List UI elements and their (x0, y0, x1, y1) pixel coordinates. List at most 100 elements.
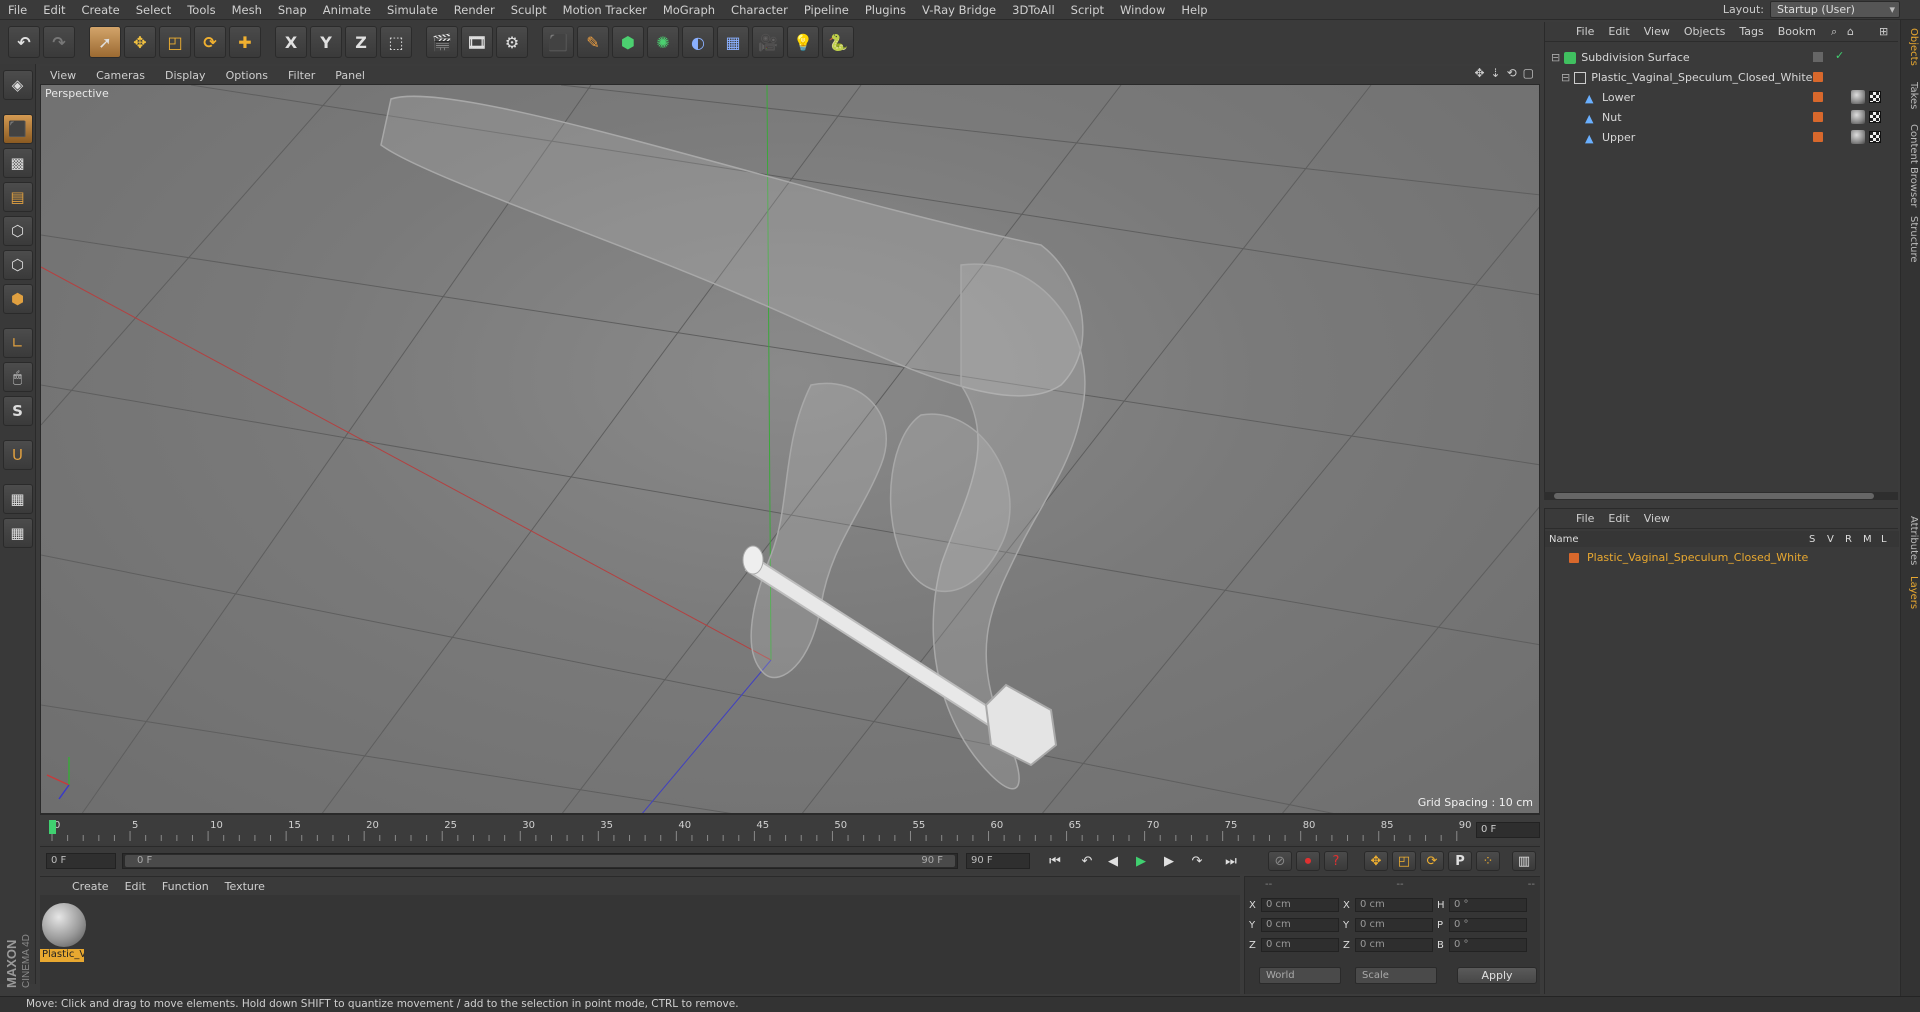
objects-menu-view[interactable]: View (1637, 25, 1677, 38)
rotation-h-field[interactable]: 0 ° (1449, 898, 1527, 912)
texture-tag-icon[interactable] (1869, 131, 1881, 143)
timeline-window-icon[interactable]: ▥ (1512, 851, 1536, 871)
texture-tag-icon[interactable] (1869, 111, 1881, 123)
render-settings-icon[interactable]: ⚙ (496, 26, 528, 58)
new-window-icon[interactable]: ⊞ (1879, 25, 1888, 38)
move-tool-icon[interactable]: ✥ (124, 26, 156, 58)
rotation-p-field[interactable]: 0 ° (1449, 918, 1527, 932)
menu-vray-bridge[interactable]: V-Ray Bridge (914, 0, 1004, 20)
range-thumb[interactable] (125, 855, 955, 867)
material-label[interactable]: Plastic_V (40, 949, 84, 962)
orbit-view-icon[interactable]: ⟲ (1507, 66, 1517, 80)
scale-tool-icon[interactable]: ◰ (159, 26, 191, 58)
material-menu-create[interactable]: Create (64, 880, 117, 893)
size-y-field[interactable]: 0 cm (1355, 918, 1433, 932)
z-axis-lock-button[interactable]: Z (345, 26, 377, 58)
array-mograph-icon[interactable]: ✺ (647, 26, 679, 58)
position-y-field[interactable]: 0 cm (1261, 918, 1339, 932)
record-position-icon[interactable]: ✥ (1364, 851, 1388, 871)
coordinate-system-icon[interactable]: ⬚ (380, 26, 412, 58)
python-icon[interactable]: 🐍 (822, 26, 854, 58)
world-dropdown[interactable]: World (1259, 967, 1341, 984)
menu-sculpt[interactable]: Sculpt (503, 0, 555, 20)
material-menu-texture[interactable]: Texture (217, 880, 273, 893)
tree-item-speculum[interactable]: ⊟ Plastic_Vaginal_Speculum_Closed_White (1545, 68, 1899, 87)
tree-item-lower[interactable]: ▲ Lower (1545, 88, 1899, 107)
scale-dropdown[interactable]: Scale (1355, 967, 1437, 984)
autokeying-icon[interactable]: ? (1324, 851, 1348, 871)
material-thumbnail[interactable] (42, 903, 86, 947)
edge-mode-icon[interactable]: ⬡ (2, 250, 33, 280)
viewport-menu-panel[interactable]: Panel (325, 69, 375, 82)
layout-select[interactable]: Startup (User) (1770, 1, 1900, 18)
menu-motion-tracker[interactable]: Motion Tracker (555, 0, 655, 20)
expand-icon[interactable]: ⊟ (1561, 71, 1570, 84)
menu-edit[interactable]: Edit (35, 0, 73, 20)
light-icon[interactable]: 💡 (787, 26, 819, 58)
start-frame-field[interactable]: 0 F (46, 853, 116, 869)
workplane-mode-icon[interactable]: ▤ (2, 182, 33, 212)
objects-menu-objects[interactable]: Objects (1677, 25, 1733, 38)
expand-icon[interactable]: ⊟ (1551, 51, 1560, 64)
menu-script[interactable]: Script (1063, 0, 1112, 20)
menu-tools[interactable]: Tools (179, 0, 223, 20)
material-tag-icon[interactable] (1851, 90, 1865, 104)
subdivision-generator-icon[interactable]: ⬢ (612, 26, 644, 58)
lock-workplane-icon[interactable]: ▦ (2, 484, 33, 514)
x-axis-lock-button[interactable]: X (275, 26, 307, 58)
rotation-b-field[interactable]: 0 ° (1449, 938, 1527, 952)
layer-color-tag[interactable] (1813, 132, 1823, 142)
layers-menu-file[interactable]: File (1569, 512, 1601, 525)
tree-item-subdivision[interactable]: ⊟ Subdivision Surface ✓ (1545, 48, 1899, 67)
select-tool-icon[interactable]: ➚ (89, 26, 121, 58)
camera-icon[interactable]: 🎥 (752, 26, 784, 58)
timeline-ruler[interactable]: 0 5 10 15 20 25 30 35 40 45 50 55 60 65 70 75 80 85 90 0 F (40, 814, 1540, 844)
tab-objects[interactable]: Objects (1903, 28, 1919, 66)
search-icon[interactable]: ⌕ (1831, 25, 1837, 39)
tab-attributes[interactable]: Attributes (1903, 516, 1919, 565)
undo-icon[interactable]: ↶ (8, 26, 40, 58)
size-x-field[interactable]: 0 cm (1355, 898, 1433, 912)
layer-row[interactable]: Plastic_Vaginal_Speculum_Closed_White (1545, 549, 1899, 566)
pan-view-icon[interactable]: ✥ (1474, 66, 1484, 80)
menu-create[interactable]: Create (74, 0, 128, 20)
menu-select[interactable]: Select (128, 0, 179, 20)
tweak-mode-icon[interactable]: 🖱 (2, 362, 33, 392)
y-axis-lock-button[interactable]: Y (310, 26, 342, 58)
range-slider[interactable]: 0 F 90 F (122, 853, 958, 869)
scrollbar-thumb[interactable] (1554, 493, 1874, 499)
position-z-field[interactable]: 0 cm (1261, 938, 1339, 952)
material-tag-icon[interactable] (1851, 110, 1865, 124)
menu-character[interactable]: Character (723, 0, 796, 20)
record-scale-icon[interactable]: ◰ (1392, 851, 1416, 871)
floor-environment-icon[interactable]: ▦ (717, 26, 749, 58)
menu-mesh[interactable]: Mesh (224, 0, 270, 20)
next-frame-icon[interactable]: ▶ (1158, 851, 1180, 871)
layers-menu-edit[interactable]: Edit (1601, 512, 1636, 525)
axis-mode-icon[interactable]: ∟ (2, 328, 33, 358)
menu-render[interactable]: Render (446, 0, 503, 20)
record-pla-icon[interactable]: ⁘ (1476, 851, 1500, 871)
objects-menu-edit[interactable]: Edit (1601, 25, 1636, 38)
menu-plugins[interactable]: Plugins (857, 0, 914, 20)
layer-color-swatch[interactable] (1569, 552, 1579, 563)
render-view-icon[interactable]: 🎬 (426, 26, 458, 58)
size-z-field[interactable]: 0 cm (1355, 938, 1433, 952)
tree-item-nut[interactable]: ▲ Nut (1545, 108, 1899, 127)
maximize-view-icon[interactable]: ▢ (1523, 66, 1534, 80)
tab-takes[interactable]: Takes (1903, 82, 1919, 109)
point-mode-icon[interactable]: ⬡ (2, 216, 33, 246)
render-picture-viewer-icon[interactable]: 🎞 (461, 26, 493, 58)
enabled-check-icon[interactable]: ✓ (1835, 49, 1844, 62)
objects-menu-file[interactable]: File (1569, 25, 1601, 38)
viewport-menu-display[interactable]: Display (155, 69, 216, 82)
menu-animate[interactable]: Animate (315, 0, 379, 20)
objects-menu-bookmarks[interactable]: Bookm (1771, 25, 1823, 38)
model-mode-icon[interactable]: ⬛ (2, 114, 33, 144)
viewport-menu-cameras[interactable]: Cameras (86, 69, 155, 82)
polygon-mode-icon[interactable]: ⬢ (2, 284, 33, 314)
layer-label[interactable]: Plastic_Vaginal_Speculum_Closed_White (1587, 551, 1808, 564)
position-x-field[interactable]: 0 cm (1261, 898, 1339, 912)
go-to-end-icon[interactable]: ⏭ (1220, 851, 1242, 871)
viewport-menu-options[interactable]: Options (216, 69, 278, 82)
